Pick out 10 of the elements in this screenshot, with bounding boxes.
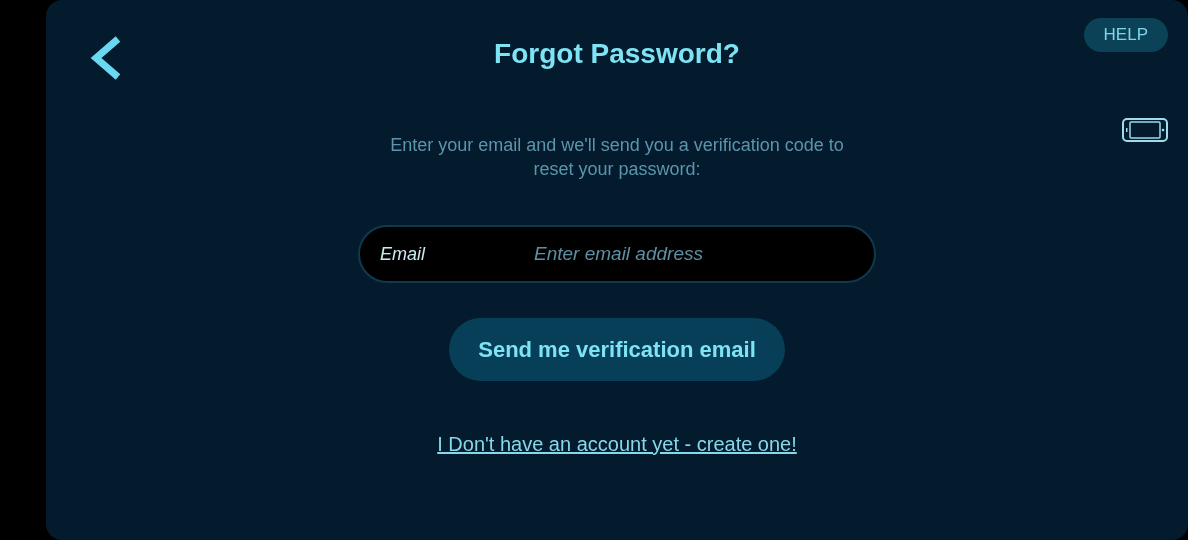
send-verification-button[interactable]: Send me verification email [449, 318, 785, 381]
instructions-text: Enter your email and we'll send you a verification code to reset your password: [389, 134, 845, 181]
email-label: Email [380, 243, 427, 265]
email-field[interactable]: Email Enter email address [358, 225, 876, 283]
page-title: Forgot Password? [494, 38, 740, 70]
create-account-link[interactable]: I Don't have an account yet - create one! [437, 433, 797, 456]
help-button[interactable]: HELP [1083, 18, 1168, 52]
email-input[interactable]: Enter email address [510, 242, 854, 266]
phone-landscape-icon[interactable] [1122, 118, 1168, 142]
back-icon[interactable] [88, 36, 122, 80]
